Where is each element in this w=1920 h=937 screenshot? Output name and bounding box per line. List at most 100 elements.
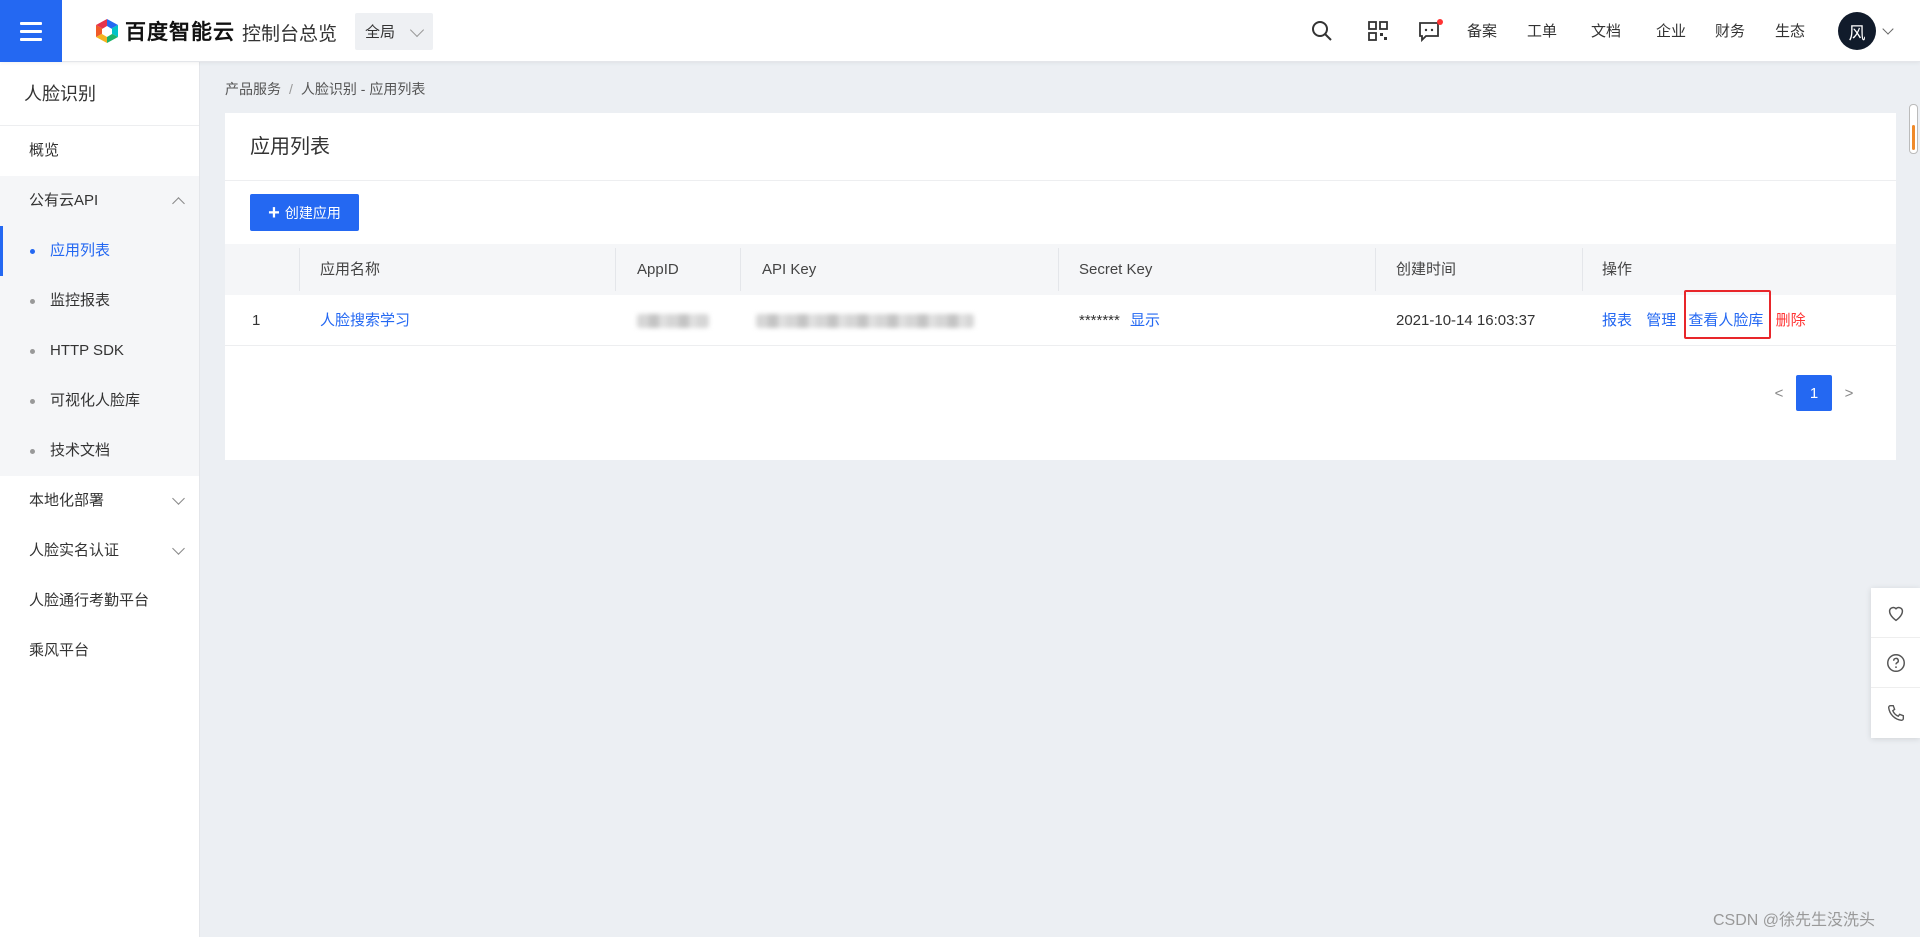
heart-icon: [1888, 606, 1903, 621]
sidebar-item-label: 人脸实名认证: [29, 542, 120, 559]
column-header-actions: 操作: [1602, 261, 1633, 278]
sidebar-item-overview[interactable]: 概览: [0, 126, 199, 176]
column-header-app-name: 应用名称: [320, 261, 381, 278]
nav-tickets[interactable]: 工单: [1527, 20, 1557, 41]
row-index: 1: [252, 312, 261, 329]
column-header-api-key: API Key: [762, 261, 817, 278]
nav-beian[interactable]: 备案: [1467, 20, 1497, 41]
sidebar-item-label: 本地化部署: [29, 492, 105, 509]
sidebar-item-chengfeng-platform[interactable]: 乘风平台: [0, 626, 199, 676]
top-bar: 百度智能云 控制台总览 全局 备案 工单 文档 企业 财务 生态 风: [0, 0, 1920, 62]
column-divider: [1058, 248, 1059, 291]
sidebar-item-label: 公有云API: [29, 192, 99, 209]
app-table: 应用名称 AppID API Key Secret Key 创建时间 操作 1 …: [225, 244, 1896, 346]
help-button[interactable]: [1871, 638, 1920, 688]
app-name-link[interactable]: 人脸搜索学习: [320, 295, 410, 346]
sidebar-subitem-label: 应用列表: [50, 242, 111, 259]
question-icon: [1886, 653, 1905, 672]
sidebar-group-public-api: 公有云API 应用列表 监控报表 HTTP SDK 可视化人脸库 技术文档: [0, 176, 199, 476]
baidu-cloud-logo-icon: [96, 19, 118, 43]
page-title: 应用列表: [225, 113, 1896, 181]
sidebar-subitem-monitor-report[interactable]: 监控报表: [0, 276, 199, 326]
pagination-page-1[interactable]: 1: [1796, 375, 1832, 411]
app-list-panel: 应用列表 + 创建应用 应用名称 AppID API Key Secret Ke…: [225, 113, 1896, 460]
sidebar-subitem-label: 技术文档: [50, 442, 111, 459]
sidebar-subitem-label: 可视化人脸库: [50, 392, 141, 409]
sidebar-item-public-api[interactable]: 公有云API: [0, 176, 199, 226]
delete-link[interactable]: 删除: [1776, 312, 1806, 329]
console-overview-link[interactable]: 控制台总览: [242, 19, 337, 46]
secret-key-stars: *******: [1079, 312, 1120, 329]
breadcrumb-root[interactable]: 产品服务: [225, 81, 281, 97]
column-header-created: 创建时间: [1396, 261, 1457, 278]
avatar[interactable]: 风: [1838, 12, 1876, 50]
brand-logo[interactable]: 百度智能云: [94, 18, 235, 44]
column-header-secret-key: Secret Key: [1079, 261, 1153, 278]
plus-icon: +: [268, 201, 280, 224]
scope-select-value: 全局: [365, 24, 396, 41]
show-secret-link[interactable]: 显示: [1130, 312, 1160, 329]
sidebar-subitem-label: HTTP SDK: [50, 342, 124, 359]
report-link[interactable]: 报表: [1602, 312, 1632, 329]
nav-enterprise[interactable]: 企业: [1656, 20, 1686, 41]
menu-hamburger-button[interactable]: [0, 0, 62, 62]
column-divider: [615, 248, 616, 291]
masked-value: [637, 314, 709, 329]
column-header-appid: AppID: [637, 261, 679, 278]
sidebar-subitem-visual-face-library[interactable]: 可视化人脸库: [0, 376, 199, 426]
column-divider: [1375, 248, 1376, 291]
column-divider: [299, 248, 300, 291]
scrollbar[interactable]: [1909, 104, 1918, 154]
chevron-down-icon[interactable]: [1882, 23, 1894, 35]
contact-button[interactable]: [1871, 688, 1920, 738]
bullet-icon: [30, 399, 35, 404]
annotation-highlight-box: [1684, 290, 1771, 339]
appid-value-masked: [637, 295, 709, 346]
table-header: 应用名称 AppID API Key Secret Key 创建时间 操作: [225, 244, 1896, 295]
sidebar-subitem-app-list[interactable]: 应用列表: [0, 226, 199, 276]
sidebar-title: 人脸识别: [0, 62, 199, 126]
masked-value: [756, 314, 974, 329]
pagination-prev[interactable]: <: [1762, 385, 1796, 402]
phone-icon: [1887, 704, 1904, 722]
sidebar-item-attendance-platform[interactable]: 人脸通行考勤平台: [0, 576, 199, 626]
chevron-down-icon: [172, 492, 185, 505]
brand-name: 百度智能云: [125, 21, 235, 44]
nav-docs[interactable]: 文档: [1591, 20, 1621, 41]
favorite-button[interactable]: [1871, 588, 1920, 638]
bullet-icon: [30, 349, 35, 354]
create-app-button[interactable]: + 创建应用: [250, 194, 359, 231]
menu-icon: [20, 29, 42, 33]
floating-tool-rail: [1871, 588, 1920, 738]
bullet-icon: [30, 449, 35, 454]
breadcrumb: 产品服务 / 人脸识别 - 应用列表: [225, 79, 425, 99]
column-divider: [740, 248, 741, 291]
sidebar-subitem-tech-docs[interactable]: 技术文档: [0, 426, 199, 476]
pagination-next[interactable]: >: [1832, 385, 1866, 402]
column-divider: [1582, 248, 1583, 291]
sidebar-item-realname-auth[interactable]: 人脸实名认证: [0, 526, 199, 576]
breadcrumb-current: 人脸识别 - 应用列表: [300, 81, 426, 97]
api-key-value-masked: [756, 295, 974, 346]
nav-finance[interactable]: 财务: [1715, 20, 1745, 41]
bullet-icon: [30, 249, 35, 254]
chevron-down-icon: [172, 542, 185, 555]
sidebar-subitem-label: 监控报表: [50, 292, 111, 309]
pagination: < 1 >: [1762, 375, 1866, 411]
sidebar-item-local-deploy[interactable]: 本地化部署: [0, 476, 199, 526]
create-app-label: 创建应用: [284, 204, 341, 221]
apps-grid-icon[interactable]: [1366, 19, 1390, 43]
table-row: 1 人脸搜索学习 ******* 显示 2021-10-14 16:03:37 …: [225, 295, 1896, 346]
scope-select[interactable]: 全局: [355, 13, 433, 50]
search-icon[interactable]: [1310, 19, 1334, 43]
manage-link[interactable]: 管理: [1646, 312, 1676, 329]
chevron-up-icon: [172, 197, 185, 210]
breadcrumb-separator: /: [289, 81, 293, 97]
sidebar-subitem-http-sdk[interactable]: HTTP SDK: [0, 326, 199, 376]
notification-dot: [1437, 19, 1443, 25]
chevron-down-icon: [409, 22, 425, 38]
secret-key-value: ******* 显示: [1079, 295, 1160, 346]
bullet-icon: [30, 299, 35, 304]
watermark: CSDN @徐先生没洗头: [1713, 912, 1876, 929]
nav-ecosystem[interactable]: 生态: [1775, 20, 1805, 41]
